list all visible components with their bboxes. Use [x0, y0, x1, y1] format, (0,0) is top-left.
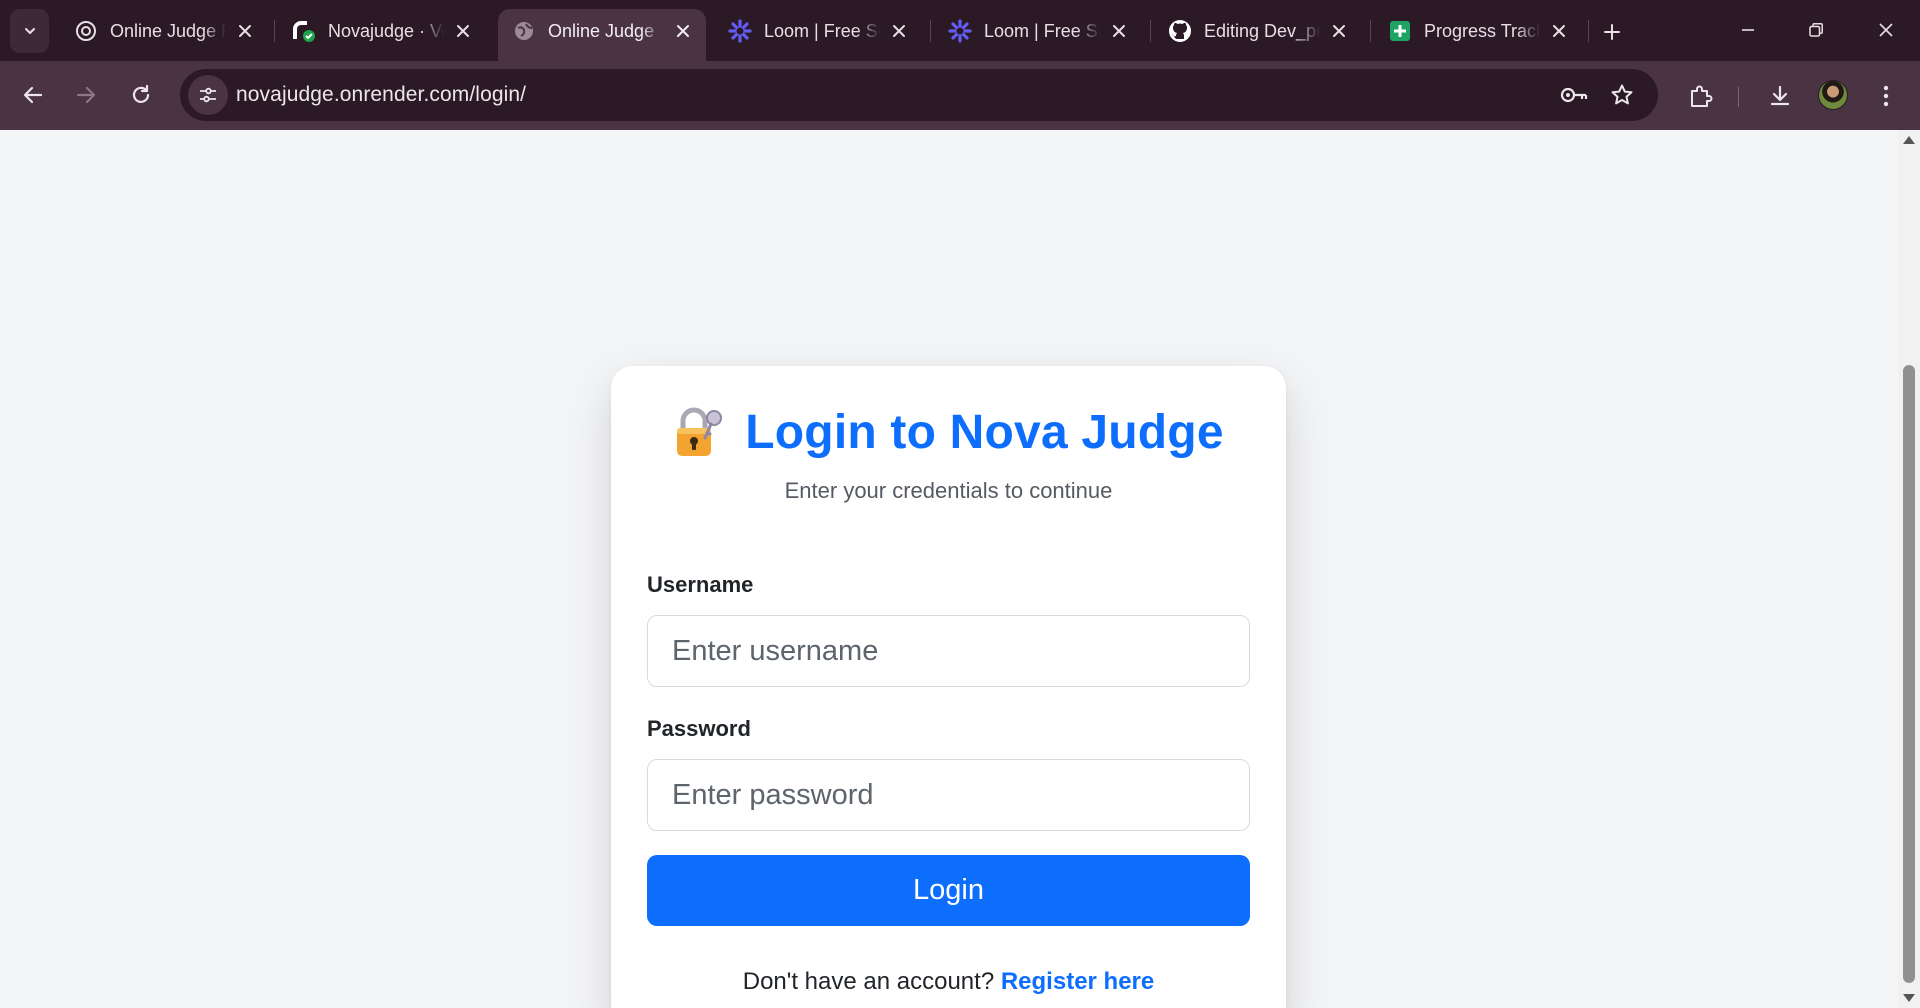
tab-online-judge-active[interactable]: Online Judge [498, 9, 706, 61]
tab-title: Editing Dev_profile [1204, 20, 1320, 41]
scroll-up-arrow-icon[interactable] [1903, 136, 1915, 144]
locked-with-key-icon [673, 404, 725, 460]
reload-icon [132, 84, 150, 103]
globe-icon [512, 19, 536, 43]
tab-divider [274, 20, 275, 42]
address-bar[interactable]: novajudge.onrender.com/login/ [180, 69, 1658, 121]
vertical-scrollbar[interactable] [1898, 130, 1920, 1008]
page-subtitle: Enter your credentials to continue [784, 478, 1113, 503]
key-icon [1560, 87, 1588, 103]
browser-toolbar: novajudge.onrender.com/login/ [0, 61, 1920, 130]
close-icon[interactable] [1108, 20, 1130, 42]
tab-divider [1370, 20, 1371, 42]
downloads-button[interactable] [1760, 76, 1800, 116]
tab-github[interactable]: Editing Dev_profile [1154, 9, 1362, 53]
site-info-button[interactable] [188, 75, 228, 115]
openai-icon [74, 19, 98, 43]
tab-progress-tracker[interactable]: Progress Tracker [1374, 9, 1582, 53]
close-icon [1879, 23, 1893, 37]
tab-title: Loom | Free Screen Recorder [984, 20, 1100, 41]
render-icon [292, 19, 316, 43]
star-icon [1611, 84, 1633, 105]
username-label: Username [647, 572, 754, 597]
chevron-down-icon [24, 28, 35, 34]
password-input[interactable] [647, 759, 1250, 831]
tab-strip: Online Judge Platform Novajudge · Verifi… [0, 0, 1920, 61]
close-icon[interactable] [452, 20, 474, 42]
toolbar-divider [1738, 87, 1739, 107]
username-input[interactable] [647, 615, 1250, 687]
back-button[interactable] [12, 74, 54, 116]
tab-title: Online Judge [548, 20, 655, 41]
download-icon [1770, 85, 1790, 106]
close-icon[interactable] [888, 20, 910, 42]
puzzle-icon [1691, 85, 1713, 107]
loom-icon [728, 19, 752, 43]
tab-online-judge-1[interactable]: Online Judge Platform [60, 9, 268, 53]
restore-button[interactable] [1788, 8, 1844, 52]
register-link[interactable]: Register here [1001, 968, 1154, 995]
more-vertical-icon [1883, 85, 1889, 107]
close-window-button[interactable] [1858, 8, 1914, 52]
tab-title: Loom | Free Screen Recorder [764, 20, 880, 41]
tab-search-button[interactable] [10, 9, 49, 53]
extensions-button[interactable] [1680, 76, 1720, 116]
github-icon [1168, 19, 1192, 43]
close-icon[interactable] [672, 20, 694, 42]
page-title: Login to Nova Judge [745, 405, 1224, 459]
close-icon[interactable] [234, 20, 256, 42]
tab-title: Progress Tracker [1424, 20, 1540, 41]
tab-divider [1588, 20, 1589, 42]
login-card: Login to Nova Judge Enter your credentia… [611, 366, 1286, 1008]
arrow-left-icon [23, 86, 43, 104]
tab-divider [930, 20, 931, 42]
tab-title: Online Judge Platform [110, 20, 226, 41]
bookmark-button[interactable] [1606, 79, 1638, 111]
login-heading: Login to Nova Judge [611, 404, 1286, 460]
tab-title: Novajudge · Verified [328, 20, 444, 41]
register-prompt-row: Don't have an account? Register here [611, 968, 1286, 996]
reload-button[interactable] [120, 74, 162, 116]
tab-loom-2[interactable]: Loom | Free Screen Recorder [934, 9, 1142, 53]
profile-avatar[interactable] [1818, 80, 1848, 110]
minimize-button[interactable] [1720, 8, 1776, 52]
login-button[interactable]: Login [647, 855, 1250, 926]
sheets-icon [1388, 19, 1412, 43]
password-key-button[interactable] [1558, 79, 1590, 111]
password-label: Password [647, 716, 751, 741]
plus-icon [1604, 24, 1620, 40]
scroll-down-arrow-icon[interactable] [1903, 994, 1915, 1002]
page-viewport: Login to Nova Judge Enter your credentia… [0, 130, 1898, 1008]
new-tab-button[interactable] [1594, 14, 1630, 50]
close-icon[interactable] [1328, 20, 1350, 42]
minimize-icon [1742, 29, 1754, 31]
tab-novajudge[interactable]: Novajudge · Verified [278, 9, 486, 53]
url-text: novajudge.onrender.com/login/ [236, 83, 527, 106]
forward-button[interactable] [65, 74, 107, 116]
restore-icon [1809, 23, 1823, 37]
register-prompt-text: Don't have an account? [742, 968, 995, 995]
arrow-right-icon [76, 86, 96, 104]
loom-icon [948, 19, 972, 43]
scrollbar-thumb[interactable] [1903, 365, 1915, 983]
close-icon[interactable] [1548, 20, 1570, 42]
tab-divider [1150, 20, 1151, 42]
browser-menu-button[interactable] [1866, 76, 1906, 116]
tab-loom-1[interactable]: Loom | Free Screen Recorder [714, 9, 922, 53]
tune-icon [200, 87, 216, 103]
